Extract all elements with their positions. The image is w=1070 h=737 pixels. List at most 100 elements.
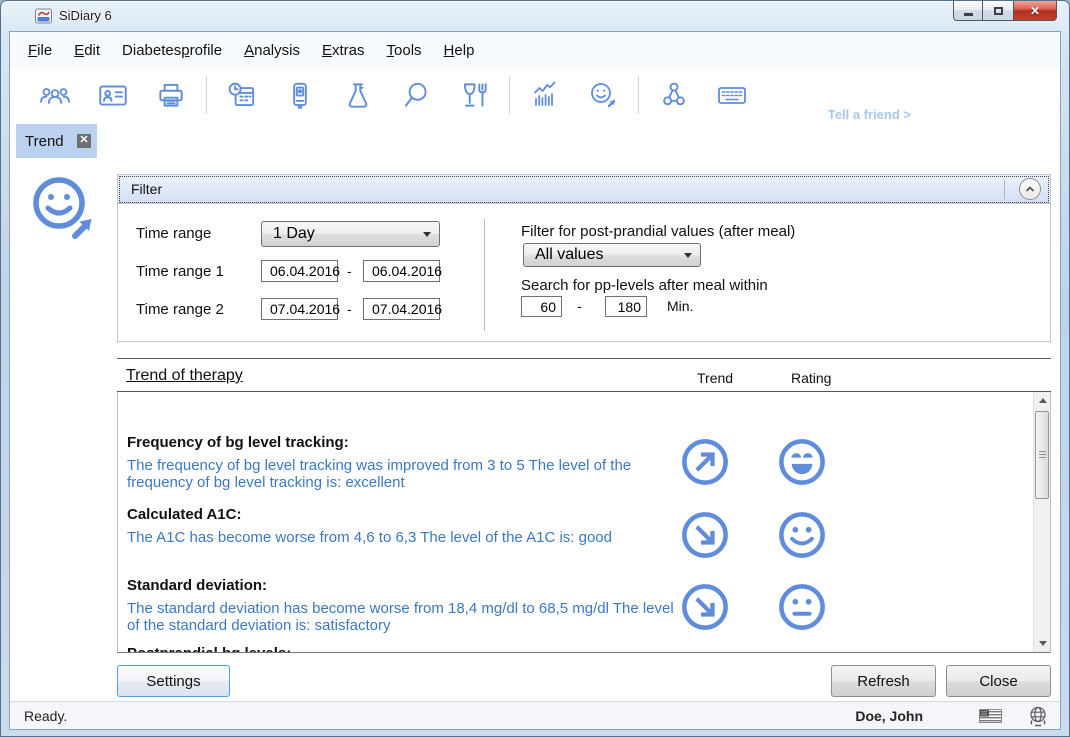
time-range1-to-input[interactable]: 06.04.2016: [363, 260, 440, 282]
menu-item-file[interactable]: File: [19, 38, 61, 63]
main-content: Filter Time range 1 Day Time range 1 06.…: [10, 158, 1060, 701]
toolbar: Tell a friend >: [10, 68, 1060, 122]
time-range-value: 1 Day: [273, 225, 315, 243]
users-icon[interactable]: [38, 78, 72, 112]
close-window-button[interactable]: ✕: [1013, 1, 1057, 21]
dropdown-arrow-icon: [684, 253, 692, 258]
chevron-up-icon: [1024, 183, 1036, 195]
trend-list: Frequency of bg level tracking: The freq…: [117, 392, 1051, 653]
app-logo-icon: [35, 8, 52, 24]
globe-icon[interactable]: [1028, 706, 1048, 727]
nutrition-icon[interactable]: [457, 78, 491, 112]
settings-button[interactable]: Settings: [117, 665, 230, 697]
time-range-label: Time range: [136, 225, 211, 242]
menu-item-help[interactable]: Help: [435, 38, 484, 63]
tab-close-icon[interactable]: ✕: [77, 134, 91, 148]
menu-item-diabetesprofile[interactable]: Diabetesprofile: [113, 38, 231, 63]
app-window: SiDiary 6 ✕ FileEditDiabetesprofileAnaly…: [0, 0, 1070, 737]
trend-entry-clipped: Postprandial bg levels:: [127, 645, 687, 653]
trend-of-therapy-panel: Trend of therapy Trend Rating Frequency …: [117, 358, 1051, 654]
menu-item-analysis[interactable]: Analysis: [235, 38, 309, 63]
entry-title: Calculated A1C:: [127, 506, 687, 523]
entry-title: Standard deviation:: [127, 577, 687, 594]
trend-direction-icon: [680, 582, 730, 632]
entry-title: Frequency of bg level tracking:: [127, 434, 687, 451]
filter-divider: [484, 219, 485, 331]
time-range1-label: Time range 1: [136, 263, 224, 280]
client-area: FileEditDiabetesprofileAnalysisExtrasToo…: [9, 31, 1061, 730]
rating-column-header: Rating: [791, 370, 831, 386]
search-icon[interactable]: [399, 78, 433, 112]
range-dash: -: [347, 301, 352, 317]
tell-a-friend-link[interactable]: Tell a friend >: [828, 107, 911, 122]
menu-item-edit[interactable]: Edit: [65, 38, 109, 63]
toolbar-separator: [206, 76, 207, 114]
us-flag-icon[interactable]: [979, 709, 1002, 723]
pp-unit-label: Min.: [667, 298, 693, 314]
entry-description: The standard deviation has become worse …: [127, 600, 675, 634]
entry-description: The A1C has become worse from 4,6 to 6,3…: [127, 529, 675, 546]
pp-from-input[interactable]: 60: [521, 296, 562, 317]
scroll-down-button[interactable]: [1034, 635, 1051, 652]
range-dash: -: [577, 298, 582, 314]
tab-trend[interactable]: Trend ✕: [16, 124, 97, 158]
diary-clock-icon[interactable]: [225, 78, 259, 112]
trend-section-title: Trend of therapy: [126, 367, 243, 385]
menu-item-tools[interactable]: Tools: [378, 38, 431, 63]
status-bar: Ready. Doe, John: [10, 701, 1060, 729]
scrollbar-thumb[interactable]: [1035, 411, 1049, 499]
pp-filter-value: All values: [535, 246, 603, 264]
trend-page-icon: [28, 172, 104, 248]
pp-to-input[interactable]: 180: [605, 296, 647, 317]
maximize-button[interactable]: [983, 1, 1013, 21]
window-title: SiDiary 6: [59, 8, 112, 23]
filter-panel: Filter Time range 1 Day Time range 1 06.…: [117, 174, 1051, 342]
menu-item-extras[interactable]: Extras: [313, 38, 374, 63]
time-range-select[interactable]: 1 Day: [261, 221, 440, 247]
filter-title: Filter: [118, 181, 162, 197]
id-card-icon[interactable]: [96, 78, 130, 112]
time-range2-from-input[interactable]: 07.04.2016: [261, 298, 338, 320]
share-icon[interactable]: [657, 78, 691, 112]
trend-direction-icon: [680, 437, 730, 487]
trend-direction-icon: [680, 510, 730, 560]
refresh-button[interactable]: Refresh: [831, 665, 936, 697]
close-button[interactable]: Close: [946, 665, 1051, 697]
scroll-up-button[interactable]: [1034, 392, 1051, 409]
trend-entry: Standard deviation: The standard deviati…: [127, 577, 687, 634]
dropdown-arrow-icon: [423, 232, 431, 237]
menu-bar: FileEditDiabetesprofileAnalysisExtrasToo…: [10, 32, 1060, 68]
range-dash: -: [347, 263, 352, 279]
toolbar-separator: [509, 76, 510, 114]
pp-filter-label: Filter for post-prandial values (after m…: [521, 223, 795, 240]
time-range2-to-input[interactable]: 07.04.2016: [363, 298, 440, 320]
pp-search-label: Search for pp-levels after meal within: [521, 277, 768, 294]
entry-title: Postprandial bg levels:: [127, 645, 687, 653]
tab-bar: Trend ✕: [10, 122, 1060, 158]
header-separator: [1004, 180, 1005, 199]
lab-flask-icon[interactable]: [341, 78, 375, 112]
minimize-button[interactable]: [953, 1, 983, 21]
tab-label: Trend: [25, 133, 64, 150]
time-range1-from-input[interactable]: 06.04.2016: [261, 260, 338, 282]
rating-smiley-icon: [777, 510, 827, 560]
vertical-scrollbar[interactable]: [1033, 392, 1050, 652]
entry-description: The frequency of bg level tracking was i…: [127, 457, 675, 491]
current-user: Doe, John: [855, 708, 923, 724]
title-bar[interactable]: SiDiary 6 ✕: [1, 1, 1069, 31]
pp-filter-select[interactable]: All values: [523, 243, 701, 267]
collapse-filter-button[interactable]: [1019, 178, 1041, 200]
rating-smiley-icon: [777, 582, 827, 632]
statistics-icon[interactable]: [528, 78, 562, 112]
trend-column-header: Trend: [697, 370, 733, 386]
printer-icon[interactable]: [154, 78, 188, 112]
trend-entry: Calculated A1C: The A1C has become worse…: [127, 506, 687, 546]
trend-smiley-icon[interactable]: [586, 78, 620, 112]
time-range2-label: Time range 2: [136, 301, 224, 318]
filter-header[interactable]: Filter: [118, 175, 1050, 204]
trend-header: Trend of therapy Trend Rating: [117, 358, 1051, 392]
meter-icon[interactable]: [283, 78, 317, 112]
rating-smiley-icon: [777, 437, 827, 487]
trend-entry: Frequency of bg level tracking: The freq…: [127, 434, 687, 491]
keyboard-icon[interactable]: [715, 78, 749, 112]
